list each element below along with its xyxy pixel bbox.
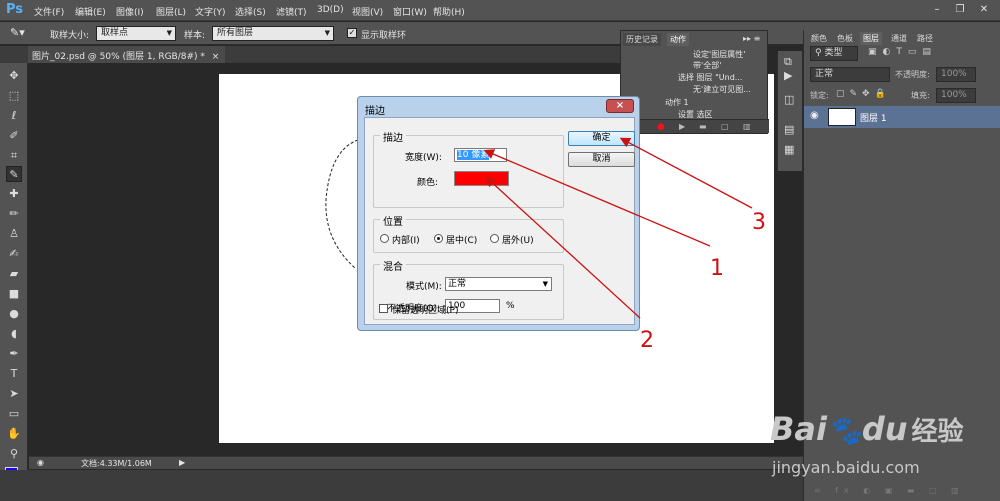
photoshop-window: Ps 文件(F) 编辑(E) 图像(I) 图层(L) 文字(Y) 选择(S) 滤… xyxy=(0,0,1000,501)
watermark-brand-mid: du xyxy=(861,410,908,448)
annotation-label-3: 3 xyxy=(752,210,766,235)
annotation-arrow-3 xyxy=(619,137,753,209)
watermark-brand-cn: 经验 xyxy=(911,417,964,447)
annotation-label-2: 2 xyxy=(640,328,654,353)
watermark-url: jingyan.baidu.com xyxy=(772,458,920,477)
annotation-label-1: 1 xyxy=(710,256,724,281)
annotation-arrow-1 xyxy=(483,149,711,247)
annotation-arrow-2 xyxy=(485,176,641,319)
watermark-brand: Bai xyxy=(770,410,827,448)
watermark-logo: Bai🐾du 经验 xyxy=(770,410,964,448)
paw-icon: 🐾 xyxy=(826,414,862,447)
